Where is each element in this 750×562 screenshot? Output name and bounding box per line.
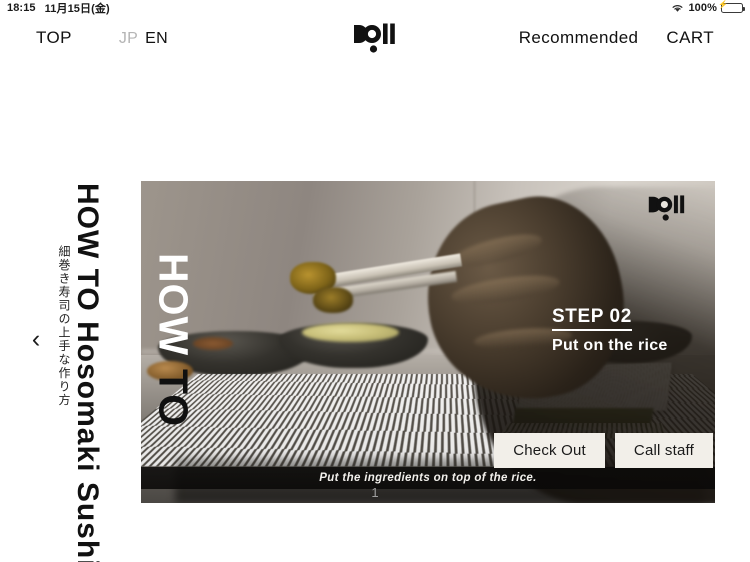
- vertical-title-block: HOW TO Hosomaki Sushi 細巻き寿司の上手な作り方: [57, 183, 104, 562]
- battery-icon: ⚡: [718, 1, 745, 13]
- battery-percent-label: 100%: [688, 2, 717, 14]
- wifi-icon: [671, 3, 684, 13]
- step-description-label: Put on the rice: [552, 336, 668, 354]
- nav-left-group: TOP JP EN: [36, 28, 168, 48]
- doi-logo-icon-small: [648, 195, 685, 221]
- page-indicator: 1: [371, 485, 379, 500]
- page-subtitle: 細巻き寿司の上手な作り方: [57, 245, 71, 407]
- status-bar-right: 100% ⚡: [671, 1, 745, 14]
- previous-chevron-icon[interactable]: ‹: [24, 324, 48, 354]
- status-bar: 18:15 11月15日(金) 100% ⚡: [0, 0, 750, 16]
- step-number-label: STEP 02: [552, 306, 632, 331]
- check-out-button[interactable]: Check Out: [494, 433, 605, 468]
- nav-cart-link[interactable]: CART: [666, 28, 714, 48]
- nav-recommended-link[interactable]: Recommended: [519, 28, 639, 48]
- language-option-jp[interactable]: JP: [119, 30, 138, 48]
- nav-top-link[interactable]: TOP: [36, 28, 72, 48]
- brand-logo[interactable]: [352, 23, 398, 53]
- page-title: HOW TO Hosomaki Sushi: [71, 183, 104, 562]
- status-time: 18:15: [7, 2, 36, 14]
- video-watermark-to: TO: [150, 369, 197, 428]
- language-option-en[interactable]: EN: [145, 30, 168, 48]
- step-caption: STEP 02 Put on the rice: [552, 306, 668, 355]
- navigation-bar: TOP JP EN Recommended CART: [0, 16, 750, 60]
- nav-right-group: Recommended CART: [519, 28, 714, 48]
- main-content: ‹ HOW TO Hosomaki Sushi 細巻き寿司の上手な作り方 HOW…: [0, 60, 750, 562]
- status-date: 11月15日(金): [44, 3, 110, 15]
- language-switcher: JP EN: [119, 30, 168, 48]
- status-bar-left: 18:15 11月15日(金): [7, 0, 110, 16]
- action-button-row: Check Out Call staff: [494, 433, 713, 468]
- video-logo-watermark: [647, 195, 687, 226]
- subtitle-text: Put the ingredients on top of the rice.: [319, 472, 537, 484]
- doi-logo-icon: [354, 23, 395, 53]
- video-watermark-how: HOW: [150, 253, 197, 357]
- call-staff-button[interactable]: Call staff: [614, 433, 713, 468]
